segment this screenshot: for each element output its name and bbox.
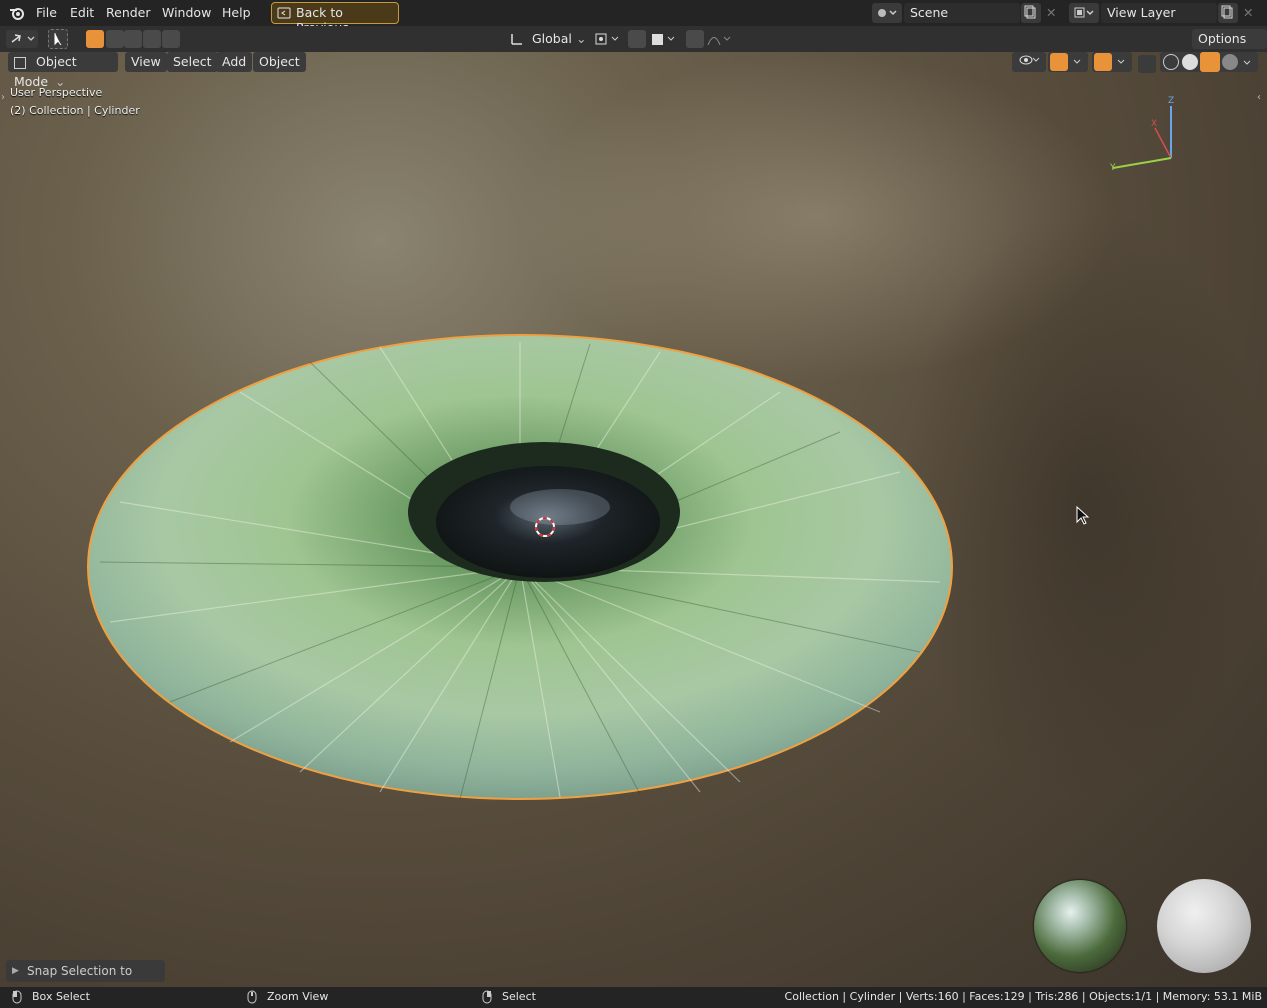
proportional-edit-icon[interactable] xyxy=(686,30,704,48)
snap-target-icon[interactable] xyxy=(650,30,680,51)
overlays-icon xyxy=(1094,53,1112,71)
solid-shading-icon[interactable] xyxy=(1182,54,1198,70)
toolbar-expand-icon[interactable]: › xyxy=(1,92,5,103)
gizmo-x-label: X xyxy=(1151,119,1157,129)
add-menu[interactable]: Add xyxy=(216,52,253,72)
3d-viewport[interactable]: Object Mode ⌄ View Select Add Object › ‹… xyxy=(0,52,1267,987)
mouse-cursor-icon xyxy=(1076,506,1090,525)
select-hint: Select xyxy=(502,990,536,1003)
wireframe-shading-icon[interactable] xyxy=(1163,54,1179,70)
snap-toggle-icon[interactable] xyxy=(628,30,646,48)
gizmo-z-label: Z xyxy=(1168,96,1174,106)
menu-help[interactable]: Help xyxy=(216,4,257,22)
scene-copy-icon[interactable] xyxy=(1021,3,1041,23)
editor-type-button[interactable] xyxy=(6,30,38,48)
material-preview-shading-icon[interactable] xyxy=(1200,52,1220,72)
overlays-toggle[interactable] xyxy=(1092,52,1132,72)
menu-window[interactable]: Window xyxy=(156,4,217,22)
scene-name-field[interactable]: Scene xyxy=(904,3,1020,23)
options-label: Options xyxy=(1198,31,1247,46)
last-operation-label: Snap Selection to Cursor xyxy=(27,964,133,987)
navigation-gizmo[interactable]: Z X Y xyxy=(1105,94,1185,174)
rendered-shading-icon[interactable] xyxy=(1222,54,1238,70)
scene-icon xyxy=(876,6,898,23)
select-mode-intersect-icon[interactable] xyxy=(162,30,180,48)
menu-file[interactable]: File xyxy=(30,4,63,22)
gizmo-y-label: Y xyxy=(1109,163,1116,173)
xray-toggle-icon[interactable] xyxy=(1138,55,1156,73)
pivot-point-icon[interactable] xyxy=(594,31,624,50)
select-menu[interactable]: Select xyxy=(167,52,218,72)
status-bar: Box Select Zoom View Select Collection |… xyxy=(0,987,1267,1008)
menu-edit[interactable]: Edit xyxy=(64,4,100,22)
zoom-view-hint: Zoom View xyxy=(267,990,329,1003)
transform-orientation-dropdown[interactable]: Global xyxy=(532,31,572,46)
matcap-preview-sphere xyxy=(1157,879,1251,973)
select-mode-invert-icon[interactable] xyxy=(143,30,161,48)
object-menu[interactable]: Object xyxy=(253,52,306,72)
left-mouse-icon xyxy=(10,990,24,1007)
select-mode-extend-icon[interactable] xyxy=(106,30,124,48)
gizmo-toggle[interactable] xyxy=(1048,52,1088,72)
view-layer-browse-button[interactable] xyxy=(1069,3,1099,23)
chevron-down-icon: ⌄ xyxy=(576,31,587,46)
select-tool-icon[interactable] xyxy=(48,29,68,49)
view-layer-copy-icon[interactable] xyxy=(1218,3,1238,23)
scene-browse-button[interactable] xyxy=(872,3,902,23)
object-mode-dropdown[interactable]: Object Mode ⌄ xyxy=(8,52,118,89)
shading-mode-group xyxy=(1160,52,1258,72)
visibility-dropdown[interactable] xyxy=(1012,52,1046,72)
view-menu[interactable]: View xyxy=(125,52,167,72)
scene-statistics: Collection | Cylinder | Verts:160 | Face… xyxy=(784,990,1262,1003)
object-mode-icon xyxy=(14,56,26,69)
menu-render[interactable]: Render xyxy=(100,4,157,22)
last-operation-panel[interactable]: ▶ Snap Selection to Cursor xyxy=(6,960,165,987)
select-mode-new-icon[interactable] xyxy=(86,30,104,48)
active-collection-label: (2) Collection | Cylinder xyxy=(10,104,140,117)
select-mode-subtract-icon[interactable] xyxy=(124,30,142,48)
top-bar: File Edit Render Window Help Back to Pre… xyxy=(0,0,1267,35)
gizmo-icon xyxy=(1050,53,1068,71)
back-icon xyxy=(277,6,291,23)
middle-mouse-icon xyxy=(245,990,259,1007)
right-mouse-icon xyxy=(480,990,494,1007)
falloff-icon[interactable] xyxy=(706,30,736,51)
iris-model[interactable] xyxy=(80,322,980,812)
blender-logo-icon[interactable] xyxy=(8,4,26,22)
view-layer-name-field[interactable]: View Layer xyxy=(1101,3,1217,23)
hdri-preview-sphere xyxy=(1034,880,1126,972)
scene-remove-icon[interactable]: ✕ xyxy=(1046,5,1056,20)
back-to-previous-button[interactable]: Back to Previous xyxy=(271,2,399,35)
view-layer-remove-icon[interactable]: ✕ xyxy=(1243,5,1253,20)
options-dropdown[interactable]: Options ⌄ xyxy=(1192,29,1267,66)
panel-expand-icon: ▶ xyxy=(12,966,19,976)
view-perspective-label: User Perspective xyxy=(10,86,103,99)
sidebar-expand-icon[interactable]: ‹ xyxy=(1257,92,1261,103)
box-select-hint: Box Select xyxy=(32,990,90,1003)
view-layer-icon xyxy=(1073,6,1095,23)
transform-orientation-icon xyxy=(510,32,524,49)
tool-header: Global ⌄ Options ⌄ xyxy=(0,26,1267,66)
